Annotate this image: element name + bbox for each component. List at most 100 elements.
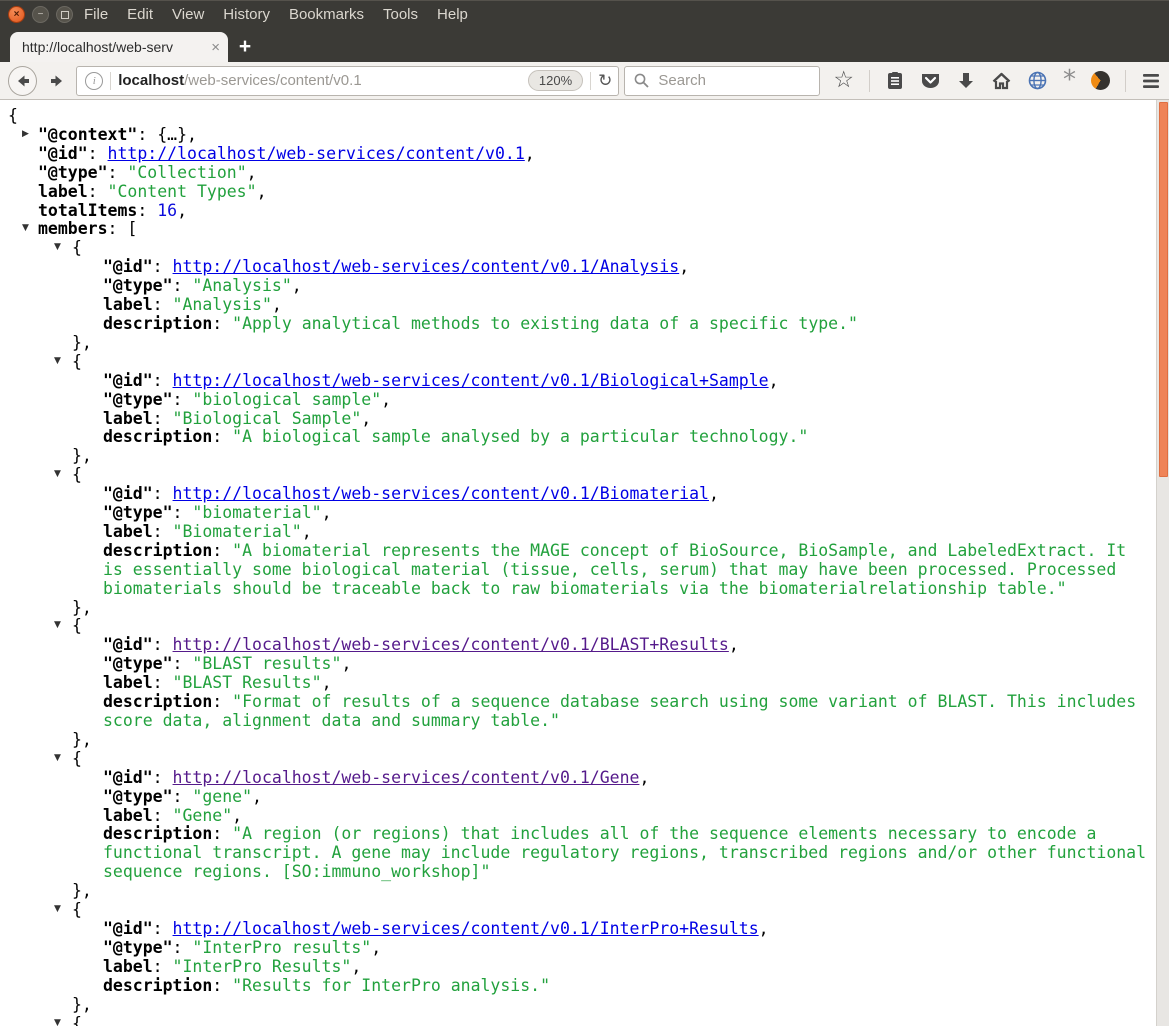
- json-key: totalItems: [38, 200, 138, 220]
- menu-help[interactable]: Help: [437, 6, 468, 23]
- json-url-link[interactable]: http://localhost/web-services/content/v0…: [173, 919, 759, 938]
- scrollbar-thumb[interactable]: [1159, 102, 1168, 477]
- json-id-row: "@id": http://localhost/web-services/con…: [0, 768, 1148, 788]
- collapse-arrow-icon[interactable]: ▼: [54, 1018, 61, 1026]
- back-button[interactable]: [8, 65, 38, 96]
- extension-globe-icon[interactable]: [1027, 70, 1048, 91]
- json-punctuation: ,: [301, 521, 312, 541]
- json-key: "@type": [103, 389, 173, 409]
- json-string-value: "Apply analytical methods to existing da…: [232, 313, 858, 333]
- json-punctuation: :: [212, 975, 233, 995]
- window-minimize-button[interactable]: −: [32, 6, 49, 23]
- json-url-link[interactable]: http://localhost/web-services/content/v0…: [108, 144, 525, 163]
- json-punctuation: :: [137, 124, 158, 144]
- json-type-row: "@type": "gene",: [0, 787, 1148, 807]
- toolbar-separator: [869, 69, 871, 92]
- pocket-icon[interactable]: [920, 71, 941, 91]
- json-url-link[interactable]: http://localhost/web-services/content/v0…: [173, 484, 709, 503]
- menu-bookmarks[interactable]: Bookmarks: [289, 6, 364, 23]
- json-key: "@type": [103, 654, 173, 674]
- json-punctuation: ,: [728, 635, 739, 655]
- bookmark-star-icon[interactable]: ☆: [833, 69, 854, 92]
- url-bar[interactable]: i localhost/web-services/content/v0.1 12…: [76, 65, 620, 96]
- collapse-arrow-icon[interactable]: ▶: [22, 129, 29, 139]
- json-punctuation: ,: [187, 124, 197, 144]
- bookmarks-menu-icon[interactable]: [885, 71, 905, 91]
- window-close-button[interactable]: ×: [8, 6, 25, 23]
- json-totalitems-row: totalItems: 16,: [0, 200, 1148, 221]
- json-punctuation: ,: [758, 918, 769, 938]
- json-punctuation: ,: [246, 162, 257, 182]
- collapse-arrow-icon[interactable]: ▼: [54, 470, 61, 479]
- active-tab[interactable]: http://localhost/web-serv ×: [10, 32, 228, 62]
- downloads-icon[interactable]: [956, 71, 976, 91]
- tab-close-icon[interactable]: ×: [211, 39, 220, 56]
- json-punctuation: :: [172, 654, 193, 674]
- reload-icon[interactable]: ↻: [598, 71, 612, 91]
- navigation-toolbar: i localhost/web-services/content/v0.1 12…: [0, 62, 1169, 100]
- url-path: /web-services/content/v0.1: [184, 72, 362, 89]
- toolbar-separator: [1125, 69, 1127, 92]
- window-maximize-button[interactable]: [56, 6, 73, 23]
- menu-history[interactable]: History: [223, 6, 270, 23]
- json-punctuation: },: [72, 597, 92, 617]
- url-text: localhost/web-services/content/v0.1: [118, 72, 521, 89]
- json-number-value: 16: [157, 200, 178, 220]
- json-string-value: "A region (or regions) that includes all…: [103, 824, 1147, 882]
- json-punctuation: {: [72, 1013, 82, 1026]
- json-url-link[interactable]: http://localhost/web-services/content/v0…: [173, 768, 640, 787]
- json-id-row: "@id": http://localhost/web-services/con…: [0, 143, 1148, 164]
- json-collapsed-object[interactable]: {…}: [157, 125, 187, 144]
- menu-file[interactable]: File: [84, 6, 108, 23]
- json-url-link[interactable]: http://localhost/web-services/content/v0…: [173, 371, 769, 390]
- forward-button[interactable]: [42, 66, 71, 96]
- extension-badge-icon[interactable]: [1091, 71, 1111, 90]
- json-punctuation: :: [172, 503, 193, 523]
- collapse-arrow-icon[interactable]: ▼: [54, 753, 61, 763]
- json-url-link[interactable]: http://localhost/web-services/content/v0…: [173, 257, 680, 276]
- json-key: label: [103, 956, 153, 976]
- json-member-open: ▼{: [0, 749, 1148, 769]
- collapse-arrow-icon[interactable]: ▼: [54, 356, 61, 366]
- json-member-close: },: [0, 446, 1148, 466]
- json-key: "@context": [38, 124, 138, 144]
- orange-circle-icon: [1091, 71, 1111, 90]
- home-button[interactable]: [991, 71, 1012, 91]
- json-string-value: "Format of results of a sequence databas…: [103, 692, 1137, 730]
- menu-tools[interactable]: Tools: [383, 6, 418, 23]
- collapse-arrow-icon[interactable]: ▼: [54, 243, 61, 252]
- scrollbar[interactable]: [1156, 100, 1169, 1026]
- menu-view[interactable]: View: [172, 6, 204, 23]
- maximize-icon: [60, 10, 69, 19]
- json-punctuation: :: [87, 181, 108, 201]
- site-info-icon[interactable]: i: [85, 71, 104, 90]
- json-string-value: "Analysis": [172, 295, 272, 315]
- search-input[interactable]: [656, 71, 812, 90]
- json-description-row: description: "A biomaterial represents t…: [0, 541, 1148, 599]
- json-string-value: "Gene": [172, 805, 233, 825]
- json-label-row: label: "Biomaterial",: [0, 521, 1148, 542]
- urlbar-separator: [590, 71, 592, 90]
- pocket-chevron-icon: [922, 73, 940, 88]
- json-member-open: ▼{: [0, 238, 1148, 258]
- json-punctuation: :: [107, 219, 128, 239]
- collapse-arrow-icon[interactable]: ▼: [54, 905, 61, 914]
- extension-splat-icon[interactable]: *: [1063, 67, 1076, 92]
- zoom-level-badge[interactable]: 120%: [527, 70, 584, 91]
- json-key: "@id": [103, 918, 153, 938]
- json-url-link[interactable]: http://localhost/web-services/content/v0…: [173, 635, 729, 654]
- json-punctuation: ,: [177, 200, 188, 220]
- json-punctuation: ,: [524, 143, 535, 163]
- json-punctuation: :: [152, 918, 173, 938]
- menu-button[interactable]: [1141, 72, 1161, 90]
- collapse-arrow-icon[interactable]: ▼: [54, 621, 61, 630]
- collapse-arrow-icon[interactable]: ▼: [22, 224, 29, 233]
- new-tab-button[interactable]: +: [228, 32, 262, 62]
- json-type-row: "@type": "Collection",: [0, 162, 1148, 183]
- home-icon: [992, 72, 1011, 89]
- json-id-row: "@id": http://localhost/web-services/con…: [0, 918, 1148, 939]
- json-type-row: "@type": "biomaterial",: [0, 503, 1148, 523]
- json-key: description: [103, 975, 213, 995]
- menu-edit[interactable]: Edit: [127, 6, 153, 23]
- json-punctuation: {: [72, 238, 82, 258]
